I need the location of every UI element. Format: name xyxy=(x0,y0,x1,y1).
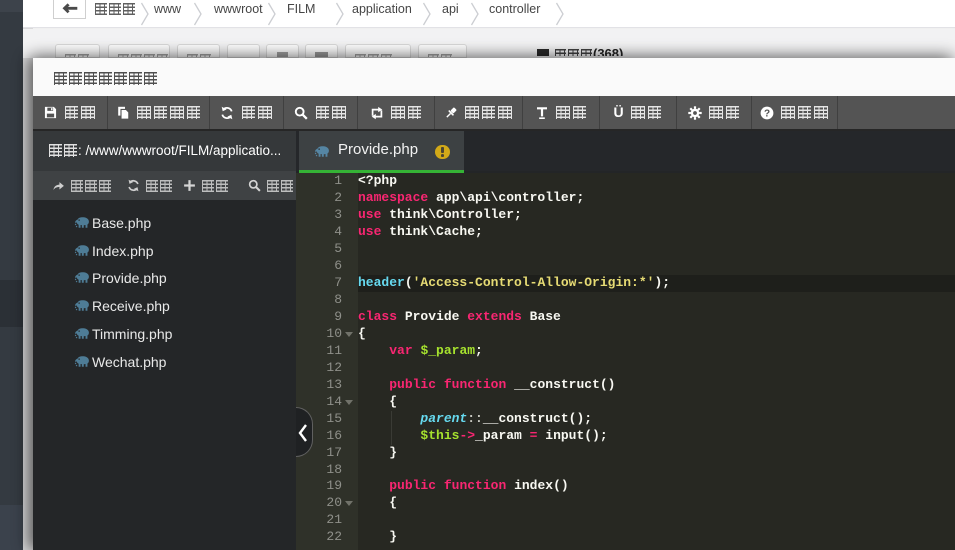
svg-text:?: ? xyxy=(764,108,770,119)
